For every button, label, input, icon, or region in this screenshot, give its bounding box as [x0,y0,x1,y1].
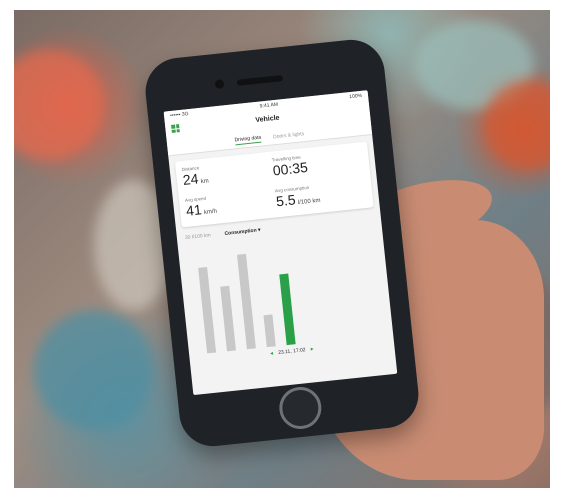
metric-value: 41 [185,201,203,219]
metric-travelling-time: Travelling time 00:35 [272,148,364,180]
chart-bar[interactable] [198,266,217,354]
metric-avg-consumption: Avg consumption 5.5l/100 km [275,179,367,211]
metric-value: 24 [182,170,200,188]
date-label: 23.11, 17:02 [277,347,306,356]
chevron-down-icon: ▾ [257,227,261,234]
metric-value: 00:35 [272,158,309,179]
metric-value: 5.5 [275,191,297,210]
metric-unit: km [200,178,210,186]
phone-screen: •••••• 3G 9:41 AM 100% Vehicle Driving d… [163,90,398,396]
chart-bar[interactable] [236,253,256,350]
tab-doors-lights[interactable]: Doors & lights [273,131,305,140]
battery-label: 100% [349,92,363,101]
metric-distance: Distance 24km [182,158,274,190]
chevron-left-icon[interactable]: ◂ [270,351,273,357]
chart-bar[interactable] [263,314,276,348]
clock-label: 9:41 AM [259,101,279,110]
carrier-label: •••••• 3G [169,111,189,119]
chart-bar[interactable] [279,273,296,346]
trip-summary-card: Distance 24km Travelling time 00:35 Avg … [174,141,374,228]
chart-bar[interactable] [220,285,236,352]
smartphone: •••••• 3G 9:41 AM 100% Vehicle Driving d… [142,36,422,450]
metric-unit: km/h [203,208,218,216]
chevron-right-icon[interactable]: ▸ [311,346,314,352]
photo-background: •••••• 3G 9:41 AM 100% Vehicle Driving d… [14,10,550,488]
tab-driving-data[interactable]: Driving data [234,134,262,146]
bokeh-blob [34,310,154,430]
metric-unit: l/100 km [297,197,321,207]
consumption-chart [185,223,385,354]
metric-avg-speed: Avg speed 41km/h [185,188,277,220]
bokeh-blob [14,50,104,160]
